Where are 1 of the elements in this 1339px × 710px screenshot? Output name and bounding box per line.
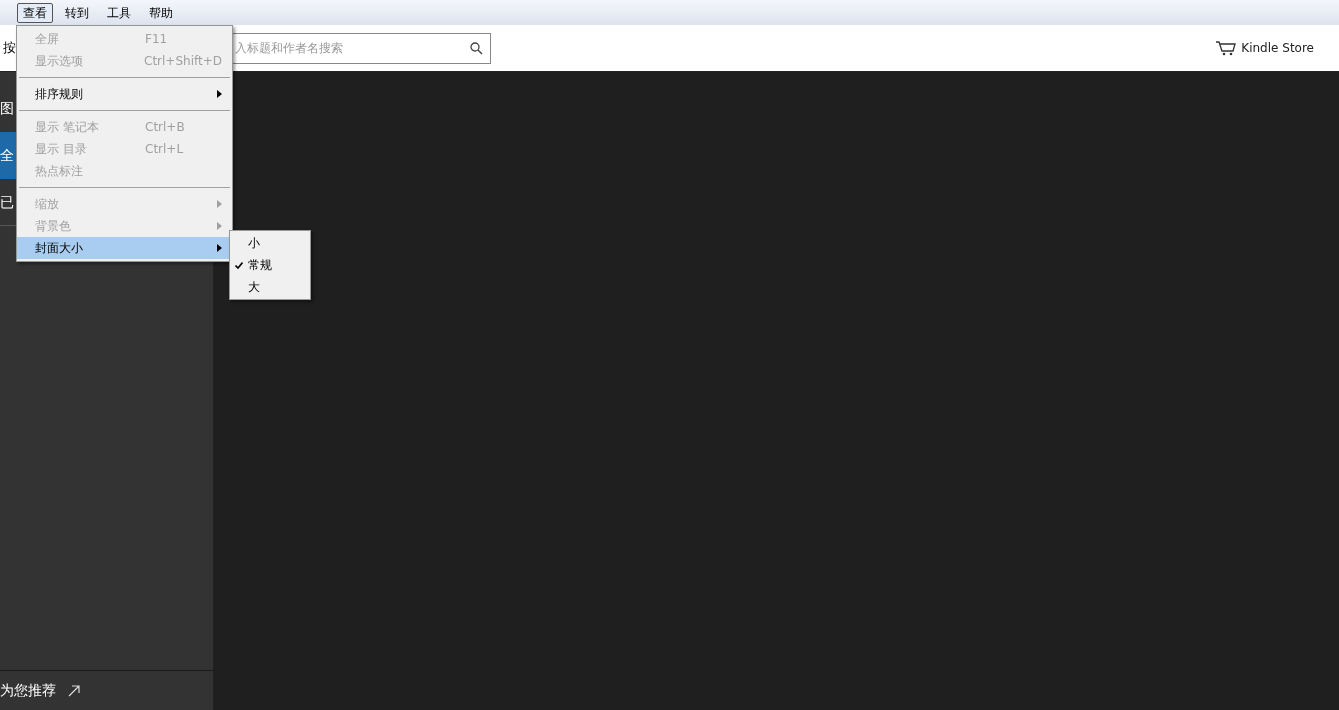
toolbar-label: 按 [3, 39, 16, 58]
